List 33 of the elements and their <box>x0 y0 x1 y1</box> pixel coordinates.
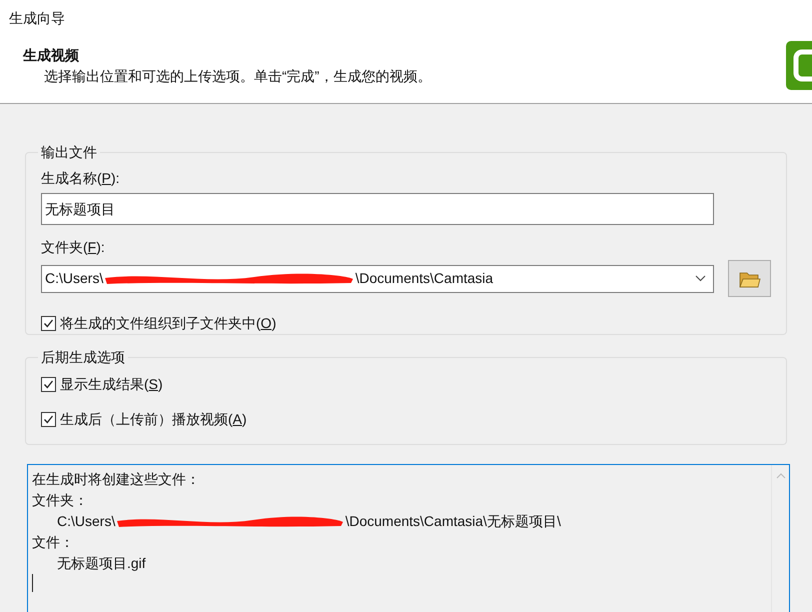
checkbox[interactable] <box>41 377 56 392</box>
summary-textbox[interactable]: 在生成时将创建这些文件： 文件夹： C:\Users\ \Documents\Camtasia\无标题项目\ 文件： 无标题项目.gif <box>27 464 790 612</box>
summary-line: 无标题项目.gif <box>57 554 146 573</box>
field-label: 文件夹(F): <box>41 239 105 255</box>
checkbox-label: 将生成的文件组织到子文件夹中(O) <box>60 314 276 333</box>
window-title: 生成向导 <box>9 9 65 28</box>
page-title: 生成视频 <box>23 46 79 65</box>
check-icon <box>43 414 54 425</box>
path-end: \Documents\Camtasia <box>355 269 494 288</box>
check-icon <box>43 318 54 329</box>
check-icon <box>43 379 54 390</box>
folder-icon <box>738 270 760 288</box>
path-start: C:\Users\ <box>45 269 104 288</box>
page-subtitle: 选择输出位置和可选的上传选项。单击“完成”，生成您的视频。 <box>44 67 432 86</box>
field-value: 无标题项目 <box>45 200 115 218</box>
checkbox[interactable] <box>41 316 56 331</box>
checkbox-label: 显示生成结果(S) <box>60 375 163 394</box>
name-field[interactable]: 无标题项目 <box>41 193 714 225</box>
group-title: 输出文件 <box>40 143 98 162</box>
summary-line: 文件夹： <box>32 491 88 510</box>
text-cursor <box>32 574 33 592</box>
browse-button[interactable] <box>728 260 771 297</box>
summary-line: 文件： <box>32 533 74 552</box>
summary-line: \Documents\Camtasia\无标题项目\ <box>345 512 561 531</box>
chevron-down-icon <box>695 275 706 282</box>
checkbox[interactable] <box>41 412 56 427</box>
folder-dropdown[interactable]: C:\Users\ \Documents\Camtasia <box>41 264 714 292</box>
checkbox-label: 生成后（上传前）播放视频(A) <box>60 410 247 429</box>
summary-line: C:\Users\ <box>57 512 116 531</box>
field-label: 生成名称(P): <box>41 170 120 186</box>
summary-line: 在生成时将创建这些文件： <box>32 470 200 489</box>
group-title: 后期生成选项 <box>40 348 126 367</box>
scroll-up-icon <box>776 473 786 479</box>
